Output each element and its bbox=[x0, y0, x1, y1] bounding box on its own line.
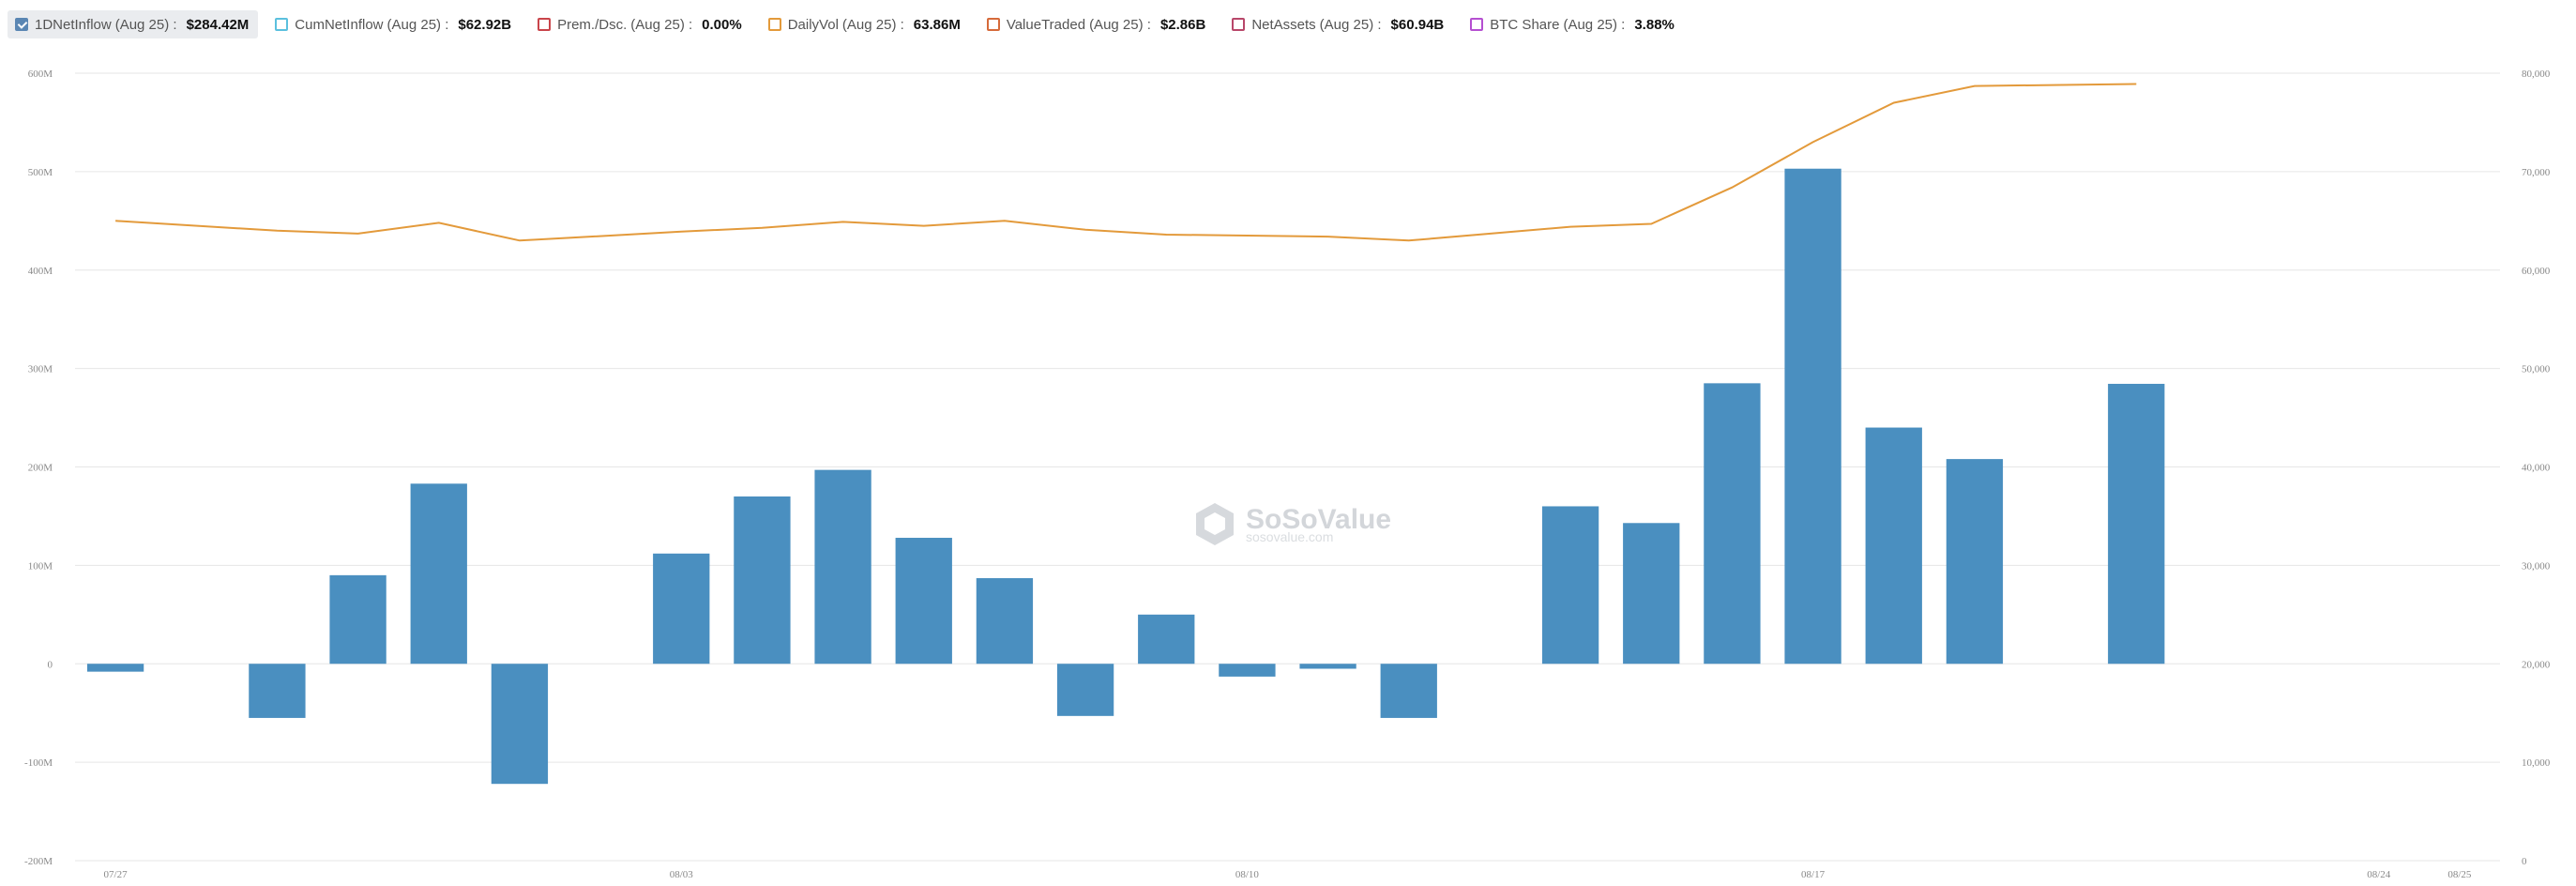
bar-08-16 bbox=[1704, 383, 1761, 664]
bar-08-15 bbox=[1623, 523, 1680, 664]
chart: -200M 0 -100M 10,000 0 20,000 100M 30,000 200M 40… bbox=[24, 69, 2551, 880]
x-tick-label: 07/27 bbox=[104, 869, 129, 880]
y-right-tick-label: 20,000 bbox=[2522, 659, 2551, 670]
bar-08-18 bbox=[1865, 427, 1922, 664]
bar-08-05 bbox=[814, 469, 871, 664]
bar-08-19 bbox=[1946, 459, 2004, 664]
y-right-tick-label: 80,000 bbox=[2522, 69, 2551, 80]
bar-08-12 bbox=[1380, 664, 1437, 718]
y-left-tick-label: 400M bbox=[28, 266, 53, 277]
bar-08-01 bbox=[491, 664, 549, 785]
y-left-tick-label: 200M bbox=[28, 463, 53, 474]
bar-08-10 bbox=[1219, 664, 1276, 677]
bar-08-04 bbox=[734, 496, 791, 664]
y-right-tick-label: 50,000 bbox=[2522, 364, 2551, 375]
bar-08-09 bbox=[1138, 614, 1195, 664]
watermark-site: sosovalue.com bbox=[1246, 529, 1333, 544]
bar-08-06 bbox=[895, 538, 952, 664]
x-tick-label: 08/03 bbox=[670, 869, 694, 880]
sosovalue-logo-icon bbox=[1196, 503, 1234, 545]
y-right-tick-label: 0 bbox=[2522, 856, 2527, 867]
y-right-tick-label: 30,000 bbox=[2522, 560, 2551, 572]
y-right-tick-label: 70,000 bbox=[2522, 167, 2551, 178]
bar-07-31 bbox=[410, 483, 467, 664]
bar-08-14 bbox=[1541, 506, 1599, 664]
y-right-tick-label: 60,000 bbox=[2522, 266, 2551, 277]
y-left-tick-label: 500M bbox=[28, 167, 53, 178]
bar-08-03 bbox=[653, 553, 710, 664]
bar-08-08 bbox=[1056, 664, 1114, 716]
bar-08-21 bbox=[2108, 383, 2165, 664]
y-right-tick-label: 10,000 bbox=[2522, 757, 2551, 769]
y-right-tick-label: 40,000 bbox=[2522, 463, 2551, 474]
bar-07-29 bbox=[249, 664, 306, 718]
y-left-tick-label: -200M bbox=[24, 856, 53, 867]
y-left-tick-label: -100M bbox=[24, 757, 53, 769]
x-tick-label: 08/10 bbox=[1235, 869, 1260, 880]
bar-07-27 bbox=[86, 664, 144, 672]
y-left-tick-label: 600M bbox=[28, 69, 53, 80]
bar-08-17 bbox=[1784, 168, 1841, 664]
x-tick-label: 08/24 bbox=[2367, 869, 2391, 880]
y-left-tick-label: 100M bbox=[28, 560, 53, 572]
bar-08-11 bbox=[1299, 664, 1356, 669]
sosovalue-logo: SoSoValuesosovalue.com bbox=[1196, 503, 1391, 545]
y-left-tick-label: 0 bbox=[48, 659, 53, 670]
bar-07-30 bbox=[329, 574, 386, 664]
y-left-tick-label: 300M bbox=[28, 364, 53, 375]
x-tick-label: 08/25 bbox=[2447, 869, 2472, 880]
bar-08-07 bbox=[976, 578, 1034, 664]
x-tick-label: 08/17 bbox=[1801, 869, 1826, 880]
